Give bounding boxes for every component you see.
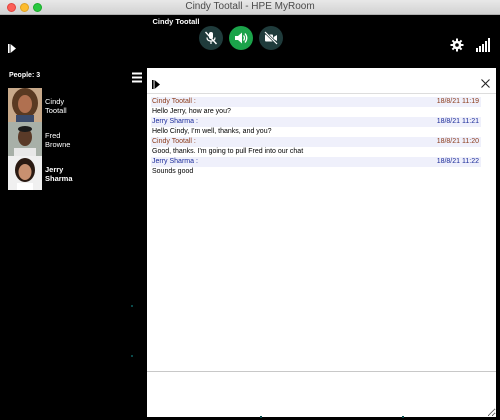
divider [147,93,496,94]
message-text: Hello Cindy, I'm well, thanks, and you? [152,128,272,135]
message-author: Jerry Sharma : [152,118,198,125]
mic-muted-icon [204,31,218,45]
participant-item[interactable]: Jerry Sharma [8,156,140,191]
collapse-chat-button[interactable] [152,76,160,94]
window-title: Cindy Tootall - HPE MyRoom [185,1,315,12]
expand-panel-icon[interactable] [8,40,16,58]
avatar [8,122,42,156]
chat-message: Cindy Tootall : 18/8/21 11:20 Good, than… [151,137,481,157]
message-author: Cindy Tootall : [152,98,196,105]
collapse-icon [152,80,160,89]
decoration [131,305,133,307]
camera-toggle-button[interactable] [259,26,283,50]
message-header: Jerry Sharma : 18/8/21 11:21 [151,117,481,127]
avatar [8,88,42,122]
participant-name: Cindy Tootall [45,97,67,115]
hamburger-menu-icon [132,72,142,83]
message-header: Cindy Tootall : 18/8/21 11:20 [151,137,481,147]
participant-item[interactable]: Cindy Tootall [8,88,140,123]
message-time: 18/8/21 11:22 [436,158,479,165]
app-window: Cindy Tootall - HPE MyRoom Cindy Tootall [0,0,500,420]
message-time: 18/8/21 11:19 [436,98,479,105]
chat-message: Jerry Sharma : 18/8/21 11:22 Sounds good [151,157,481,177]
participant-name: Jerry Sharma [45,165,73,183]
chat-message-input[interactable] [147,372,496,417]
message-author: Jerry Sharma : [152,158,198,165]
title-bar: Cindy Tootall - HPE MyRoom [0,0,500,15]
call-toolbar: Cindy Tootall [0,15,500,67]
decoration [260,416,262,418]
mute-microphone-button[interactable] [199,26,223,50]
chat-message: Cindy Tootall : 18/8/21 11:19 Hello Jerr… [151,97,481,117]
decoration [402,416,404,418]
connection-quality-indicator [476,37,492,57]
participant-item[interactable]: Fred Browne [8,122,140,157]
close-icon [481,79,490,88]
chat-message: Jerry Sharma : 18/8/21 11:21 Hello Cindy… [151,117,481,137]
message-header: Cindy Tootall : 18/8/21 11:19 [151,97,481,107]
decoration [131,355,133,357]
message-author: Cindy Tootall : [152,138,196,145]
close-chat-button[interactable] [481,75,490,93]
chat-panel: Cindy Tootall : 18/8/21 11:19 Hello Jerr… [147,68,496,417]
message-list: Cindy Tootall : 18/8/21 11:19 Hello Jerr… [151,97,481,177]
people-menu-button[interactable] [132,70,142,88]
gear-icon [450,38,464,52]
video-off-icon [264,31,278,45]
message-header: Jerry Sharma : 18/8/21 11:22 [151,157,481,167]
speaker-icon [235,32,248,44]
message-text: Sounds good [152,168,194,175]
participant-name: Fred Browne [45,131,71,149]
people-count: People: 3 [9,72,41,79]
caller-name: Cindy Tootall [152,17,200,26]
speaker-button[interactable] [229,26,253,50]
avatar [8,156,42,190]
message-time: 18/8/21 11:20 [436,138,479,145]
settings-button[interactable] [450,38,464,57]
people-panel: People: 3 Cindy Tootall Fred Browne Jerr… [0,67,147,420]
message-time: 18/8/21 11:21 [436,118,479,125]
message-text: Good, thanks. I'm going to pull Fred int… [152,148,304,155]
message-text: Hello Jerry, how are you? [152,108,231,115]
signal-bars-icon [476,38,490,52]
